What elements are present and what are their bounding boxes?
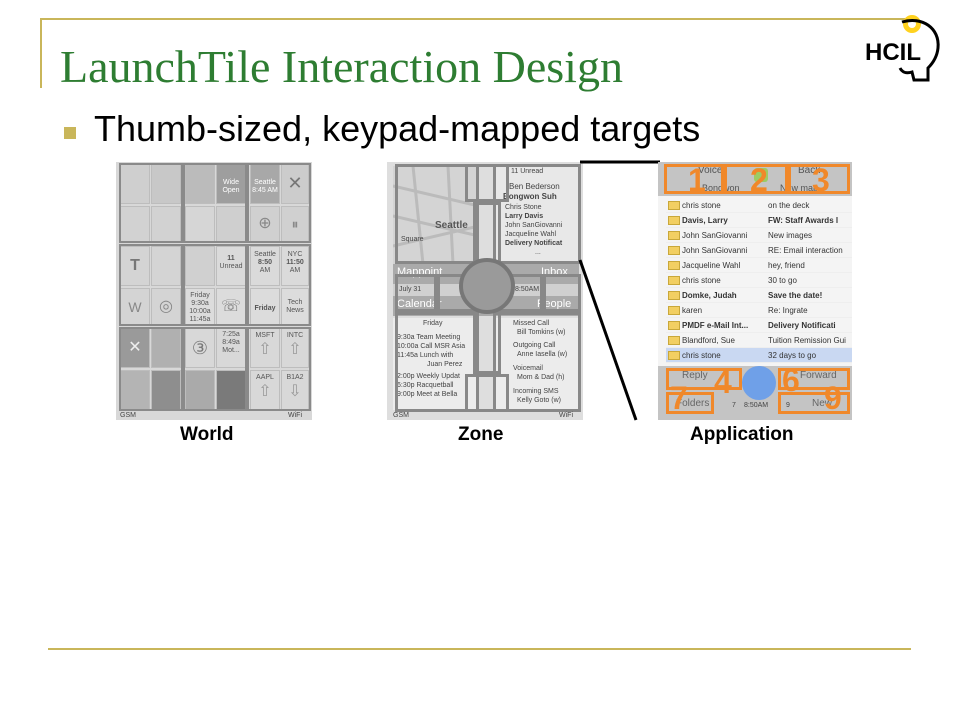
envelope-icon (668, 216, 680, 225)
envelope-icon (668, 276, 680, 285)
mail-row[interactable]: John SanGiovanni RE: Email interaction (666, 243, 852, 258)
mail-from: John SanGiovanni (682, 231, 748, 240)
mail-from: Jacqueline Wahl (682, 261, 741, 270)
key-number-6: 6 (782, 362, 800, 398)
mail-row[interactable]: Davis, Larry FW: Staff Awards l (666, 213, 852, 228)
envelope-icon (668, 306, 680, 315)
app-time: 8:50AM (744, 402, 769, 409)
mail-subject: 30 to go (768, 276, 797, 285)
mail-subject: Save the date! (768, 291, 823, 300)
mail-row[interactable]: karen Re: Ingrate (666, 303, 852, 318)
mail-subject: Delivery Notificati (768, 321, 836, 330)
envelope-icon (668, 321, 680, 330)
key-number-4: 4 (714, 364, 732, 400)
caption-application: Application (690, 424, 794, 445)
key-number-1: 1 (688, 162, 706, 198)
mail-row[interactable]: John SanGiovanni New images (666, 228, 852, 243)
mail-from: chris stone (682, 351, 721, 360)
mail-row[interactable]: chris stone 30 to go (666, 273, 852, 288)
mail-from: karen (682, 306, 703, 315)
mail-from: chris stone (682, 276, 721, 285)
app-center-button[interactable] (742, 366, 776, 400)
mail-from: Domke, Judah (682, 291, 737, 300)
key-number-2: 2 (750, 162, 768, 198)
key-number-7: 7 (670, 380, 688, 416)
envelope-icon (668, 246, 680, 255)
mail-from: PMDF e-Mail Int... (682, 321, 749, 330)
mail-subject: hey, friend (768, 261, 805, 270)
mail-subject: Re: Ingrate (768, 306, 808, 315)
envelope-icon (668, 201, 680, 210)
key-number-3: 3 (812, 162, 830, 198)
mail-from: John SanGiovanni (682, 246, 748, 255)
envelope-icon (668, 231, 680, 240)
application-screenshot: Voice Back Bongwon New map chris stone on… (658, 162, 852, 420)
mail-from: Davis, Larry (682, 216, 728, 225)
mail-row[interactable]: Domke, Judah Save the date! (666, 288, 852, 303)
mail-subject: New images (768, 231, 813, 240)
envelope-icon (668, 336, 680, 345)
mail-subject: on the deck (768, 201, 810, 210)
mail-from: Blandford, Sue (682, 336, 735, 345)
mail-subject: FW: Staff Awards l (768, 216, 839, 225)
mail-subject: 32 days to go (768, 351, 817, 360)
envelope-icon (668, 261, 680, 270)
mail-row[interactable]: Jacqueline Wahl hey, friend (666, 258, 852, 273)
key-number-9: 9 (824, 380, 842, 416)
mail-subject: RE: Email interaction (768, 246, 843, 255)
seven-label: 7 (732, 402, 736, 409)
mail-subject: Tuition Remission Gui (768, 336, 846, 345)
mail-row[interactable]: chris stone 32 days to go (666, 348, 852, 363)
mail-row[interactable]: Blandford, Sue Tuition Remission Gui (666, 333, 852, 348)
mail-row[interactable]: chris stone on the deck (666, 198, 852, 213)
mail-row[interactable]: PMDF e-Mail Int... Delivery Notificati (666, 318, 852, 333)
envelope-icon (668, 351, 680, 360)
envelope-icon (668, 291, 680, 300)
mail-from: chris stone (682, 201, 721, 210)
